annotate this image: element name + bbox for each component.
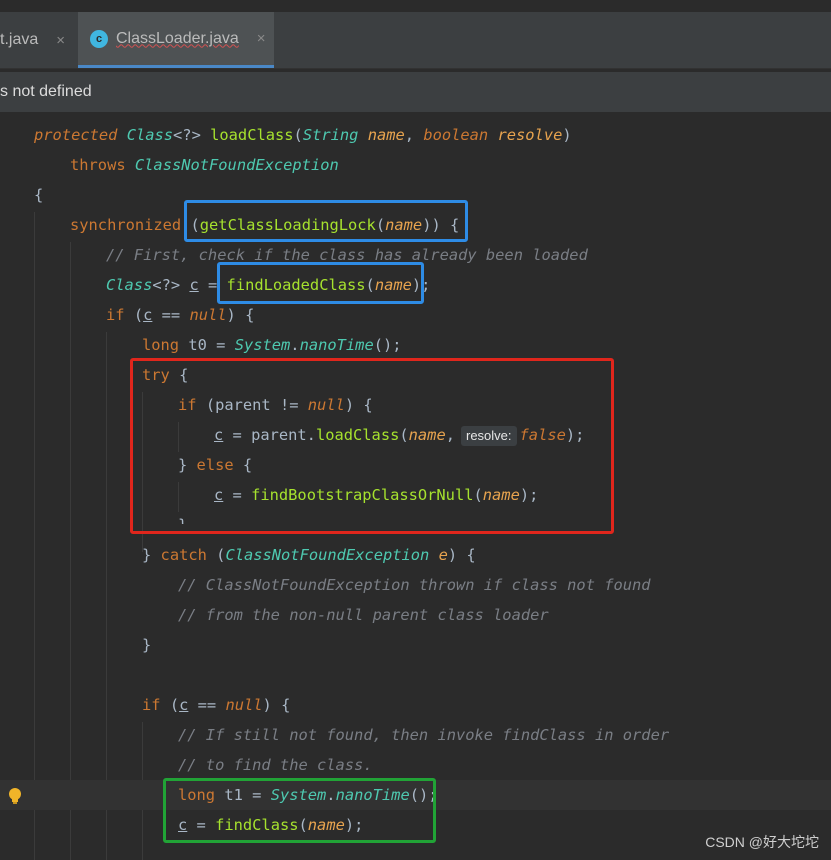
- top-breadcrumb-strip: [0, 0, 831, 12]
- code-line-2: throws ClassNotFoundException: [70, 156, 339, 174]
- code-line-18: }: [142, 636, 152, 654]
- code-line-21: // If still not found, then invoke findC…: [178, 726, 670, 744]
- code-line-15: } catch (ClassNotFoundException e) {: [142, 546, 476, 564]
- java-class-icon: c: [90, 29, 108, 48]
- code-line-7: if (c == null) {: [106, 306, 255, 324]
- code-line-3: {: [34, 186, 44, 204]
- watermark: CSDN @好大坨坨: [705, 834, 819, 850]
- editor-tab-bar: t.java × c ClassLoader.java ×: [0, 12, 831, 69]
- blue-highlight-box-lock: [184, 200, 468, 242]
- close-icon[interactable]: ×: [257, 30, 266, 47]
- lightbulb-icon[interactable]: [8, 787, 22, 805]
- code-line-17: // from the non-null parent class loader: [178, 606, 549, 624]
- code-line-1: protected Class<?> loadClass(String name…: [34, 126, 572, 144]
- notification-banner: s not defined: [0, 72, 831, 112]
- code-editor[interactable]: protected Class<?> loadClass(String name…: [0, 112, 831, 860]
- code-line-8: long t0 = System.nanoTime();: [142, 336, 402, 354]
- tab-classloader-java[interactable]: c ClassLoader.java ×: [78, 12, 274, 68]
- blue-highlight-box-findloaded: [217, 262, 424, 304]
- tab-label: ClassLoader.java: [116, 29, 239, 47]
- indent-guide: [70, 242, 71, 860]
- code-line-20: if (c == null) {: [142, 696, 291, 714]
- banner-text: s not defined: [0, 83, 92, 100]
- tab-label: t.java: [0, 31, 39, 48]
- code-line-22: // to find the class.: [178, 756, 373, 774]
- green-highlight-box-findclass: [163, 778, 436, 843]
- red-highlight-box-try: [130, 358, 614, 534]
- tab-t-java[interactable]: t.java ×: [0, 12, 75, 68]
- code-line-16: // ClassNotFoundException thrown if clas…: [178, 576, 651, 594]
- close-icon[interactable]: ×: [56, 32, 65, 49]
- indent-guide: [34, 212, 35, 860]
